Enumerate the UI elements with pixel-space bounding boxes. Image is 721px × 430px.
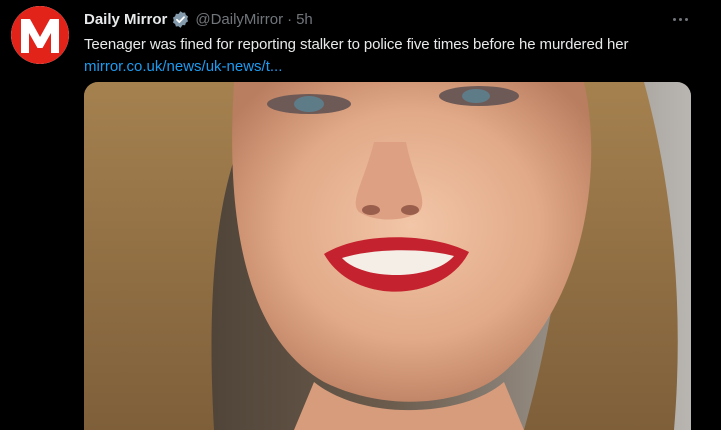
photo-image bbox=[84, 82, 691, 430]
header-separator: · bbox=[287, 10, 293, 28]
author-display-name[interactable]: Daily Mirror bbox=[84, 11, 167, 28]
tweet-card[interactable]: Daily Mirror @DailyMirror · 5h Teenager … bbox=[0, 0, 721, 430]
tweet-header: Daily Mirror @DailyMirror · 5h bbox=[84, 9, 313, 29]
verified-badge-icon[interactable] bbox=[171, 10, 190, 29]
daily-mirror-logo-icon bbox=[11, 6, 69, 64]
more-options-icon[interactable] bbox=[666, 9, 694, 29]
tweet-timestamp[interactable]: 5h bbox=[296, 11, 313, 28]
tweet-link[interactable]: mirror.co.uk/news/uk-news/t... bbox=[84, 58, 282, 75]
author-handle[interactable]: @DailyMirror bbox=[195, 11, 283, 28]
tweet-text: Teenager was fined for reporting stalker… bbox=[84, 36, 629, 53]
tweet-media-photo[interactable] bbox=[84, 82, 691, 430]
avatar[interactable] bbox=[11, 6, 69, 64]
